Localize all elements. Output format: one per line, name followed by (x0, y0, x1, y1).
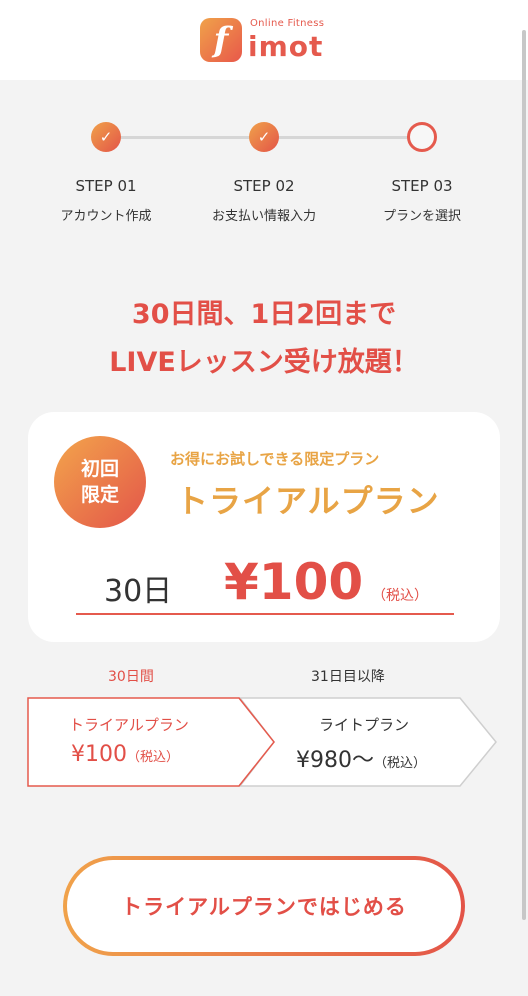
trial-plan-name: トライアルプラン (69, 716, 189, 734)
step-1-subtitle: アカウント作成 (60, 209, 152, 224)
trial-plan-step: トライアルプラン ¥100（税込） (27, 697, 277, 787)
logo-tagline: Online Fitness (250, 18, 325, 29)
trial-plan-tax-note: （税込） (127, 750, 180, 765)
header: f Online Fitness imot (0, 0, 528, 80)
timeline-label-after-31-days: 31日目以降 (311, 669, 385, 685)
step-1-check-icon: ✓ (91, 122, 121, 152)
plan-name: トライアルプラン (176, 482, 440, 520)
logo-wordmark: imot (248, 30, 324, 63)
step-3-subtitle: プランを選択 (382, 209, 461, 224)
light-plan-price-value: ¥980～ (296, 748, 374, 773)
step-connector-2 (264, 136, 422, 139)
trial-plan-price-value: ¥100 (71, 742, 127, 767)
first-time-badge: 初回 限定 (54, 436, 146, 528)
timeline-label-first-30-days: 30日間 (108, 669, 154, 685)
price-underline (76, 613, 454, 615)
start-trial-button[interactable]: トライアルプランではじめる (63, 856, 465, 956)
plan-price: ¥100 (224, 553, 364, 611)
start-trial-button-label[interactable]: トライアルプランではじめる (67, 860, 461, 952)
step-2-check-icon: ✓ (249, 122, 279, 152)
step-3-title: STEP 03 (391, 177, 453, 195)
light-plan-tax-note: （税込） (374, 756, 427, 771)
step-1-title: STEP 01 (75, 177, 137, 195)
badge-line-2: 限定 (80, 484, 119, 506)
trial-plan-price: ¥100（税込） (71, 742, 179, 767)
scrollbar[interactable] (522, 30, 526, 920)
step-3-current-icon (407, 122, 437, 152)
plan-kicker: お得にお試しできる限定プラン (170, 450, 380, 468)
step-connector-1 (106, 136, 264, 139)
light-plan-name: ライトプラン (319, 716, 410, 734)
fimot-logo[interactable]: f Online Fitness imot (200, 16, 330, 66)
light-plan-price: ¥980～（税込） (296, 742, 426, 774)
step-2-title: STEP 02 (233, 177, 295, 195)
headline-line-2: LIVEレッスン受け放題！ (109, 347, 419, 378)
trial-plan-card: 初回 限定 お得にお試しできる限定プラン トライアルプラン 30日 ¥100 （… (28, 412, 500, 642)
headline-line-1: 30日間、1日2回まで (131, 299, 397, 330)
step-2-subtitle: お支払い情報入力 (211, 209, 316, 224)
logo-mark-icon: f (200, 18, 242, 62)
badge-line-1: 初回 (80, 458, 119, 480)
plan-duration: 30日 (104, 574, 173, 609)
plan-tax-note: （税込） (372, 588, 428, 604)
